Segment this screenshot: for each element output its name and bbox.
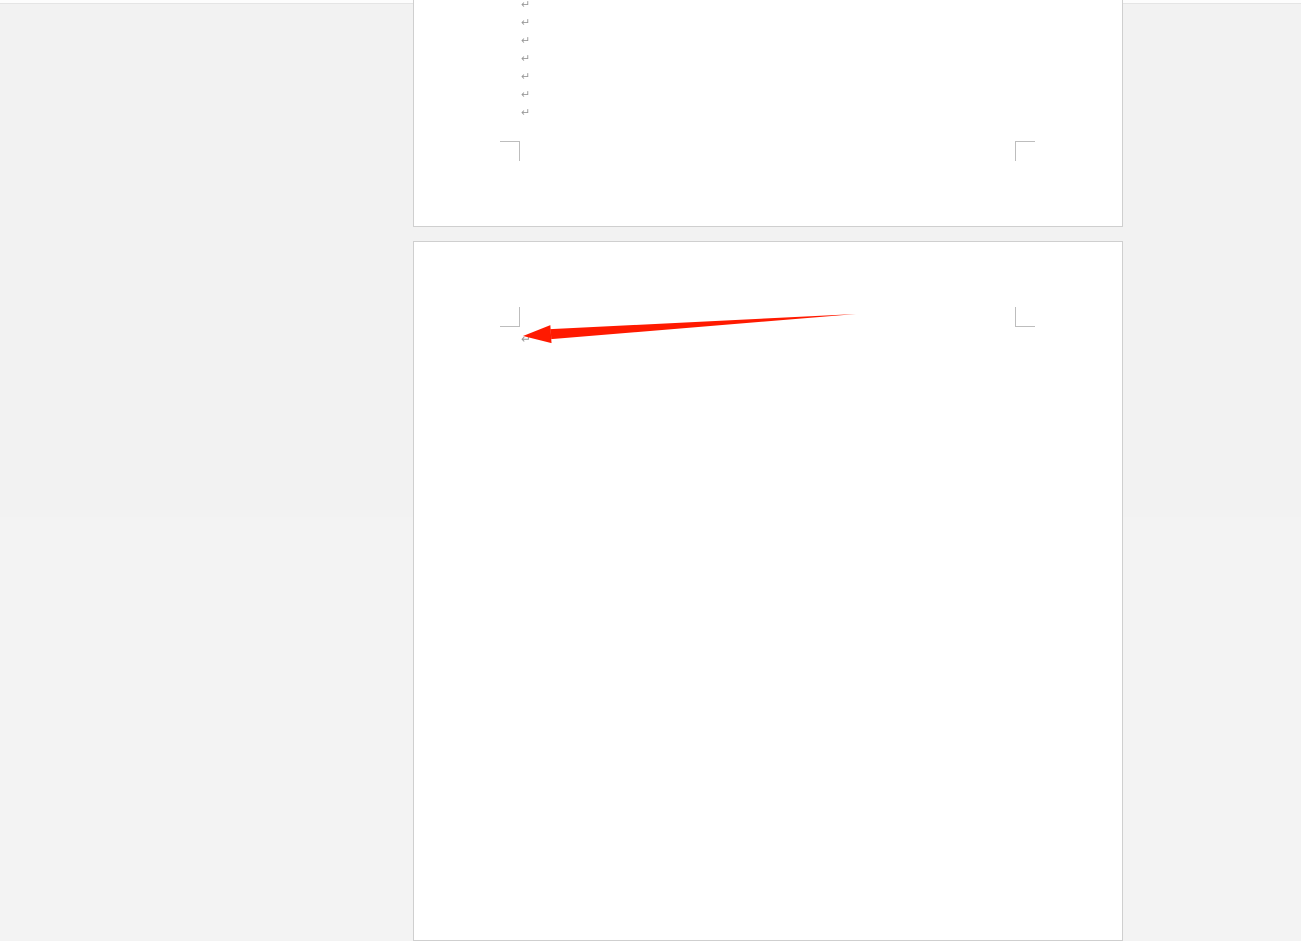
document-page-1[interactable]: ↵ ↵ ↵ ↵ ↵ ↵ ↵ bbox=[413, 0, 1123, 227]
document-page-2[interactable]: ↵ bbox=[413, 241, 1123, 941]
page2-paragraph-mark: ↵ bbox=[521, 332, 531, 346]
paragraph-marks-column: ↵ ↵ ↵ ↵ ↵ ↵ ↵ bbox=[521, 0, 530, 120]
page1-margin-corner-bottom-right bbox=[1015, 141, 1035, 161]
page2-margin-corner-top-left bbox=[500, 307, 520, 327]
paragraph-mark: ↵ bbox=[521, 88, 530, 102]
page2-margin-corner-top-right bbox=[1015, 307, 1035, 327]
paragraph-mark: ↵ bbox=[521, 52, 530, 66]
page1-margin-corner-bottom-left bbox=[500, 141, 520, 161]
document-canvas[interactable]: ↵↵↵↵↵↵↵ ↵ bbox=[0, 4, 1301, 517]
paragraph-mark: ↵ bbox=[521, 0, 530, 12]
paragraph-mark: ↵ bbox=[521, 34, 530, 48]
paragraph-mark: ↵ bbox=[521, 70, 530, 84]
paragraph-mark: ↵ bbox=[521, 106, 530, 120]
paragraph-mark: ↵ bbox=[521, 16, 530, 30]
